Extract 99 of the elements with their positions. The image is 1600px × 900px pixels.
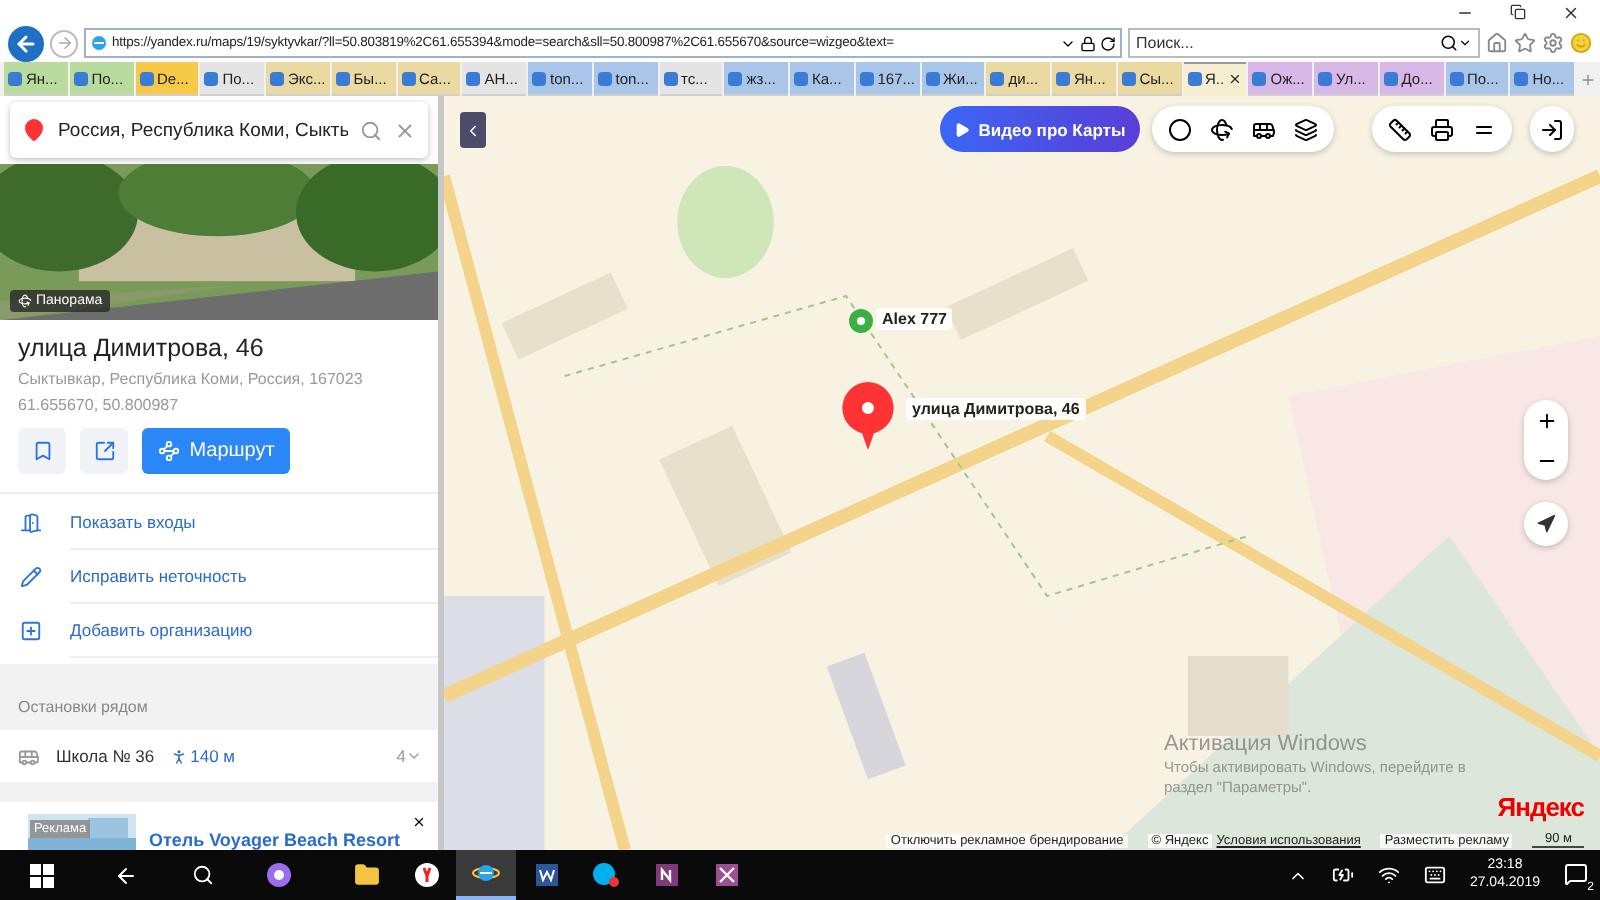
location-pin-icon[interactable]	[840, 380, 896, 452]
keyboard-icon[interactable]	[1423, 864, 1446, 886]
site-icon	[1187, 72, 1201, 86]
bookmark-icon	[31, 440, 53, 463]
stop-distance: 140 м	[170, 746, 236, 767]
site-icon	[597, 71, 612, 85]
rotate-icon	[18, 294, 32, 309]
section-heading: Остановки рядом	[0, 664, 438, 730]
share-icon	[93, 440, 115, 463]
settings-icon[interactable]	[1542, 32, 1564, 54]
windows-logo-icon	[30, 863, 54, 887]
site-icon	[466, 71, 481, 85]
site-icon	[1514, 71, 1529, 85]
bus-icon[interactable]	[1252, 117, 1276, 141]
site-icon	[728, 71, 743, 85]
pencil-icon	[20, 565, 42, 588]
site-icon	[204, 71, 219, 85]
share-button[interactable]	[80, 428, 128, 475]
yandex-logo: Яндекс	[1497, 792, 1584, 822]
forward-icon	[55, 34, 73, 52]
site-icon	[1056, 71, 1070, 85]
restore-icon[interactable]	[1510, 4, 1526, 20]
marker-label: улица Димитрова, 46	[906, 398, 1086, 420]
site-icon	[335, 71, 350, 85]
site-icon	[794, 71, 808, 85]
place-search-box[interactable]: Россия, Республика Коми, Сыкть	[10, 102, 428, 159]
browser-icon	[472, 860, 500, 886]
site-icon	[532, 71, 546, 85]
action-link[interactable]: Исправить неточность	[70, 549, 438, 605]
search-icon[interactable]	[1440, 34, 1458, 52]
place-title: улица Димитрова, 46	[18, 334, 266, 363]
chevron-left-icon	[464, 121, 482, 139]
route-button[interactable]: Маршрут	[142, 428, 290, 475]
back-icon	[114, 863, 138, 887]
bookmark-button[interactable]	[18, 428, 66, 475]
plus-icon	[20, 620, 42, 643]
door-icon	[20, 511, 42, 534]
search-icon	[191, 864, 213, 886]
rotate-icon[interactable]	[1210, 117, 1234, 141]
browser-icon	[90, 34, 108, 52]
document-icon	[533, 862, 559, 888]
walking-person-icon	[170, 747, 189, 766]
action-link[interactable]: Показать входы	[70, 494, 438, 550]
site-icon	[925, 71, 939, 85]
refresh-icon[interactable]	[1100, 35, 1116, 51]
stop-name[interactable]: Школа № 36	[56, 746, 155, 767]
battery-icon[interactable]	[1331, 864, 1354, 886]
notebook-icon	[713, 862, 739, 888]
back-icon	[14, 31, 38, 55]
wifi-icon[interactable]	[1377, 864, 1400, 886]
site-icon	[990, 71, 1005, 85]
layers-icon[interactable]	[1294, 117, 1318, 141]
close-icon[interactable]	[411, 813, 426, 830]
site-icon	[270, 71, 284, 85]
route-icon	[157, 440, 180, 463]
site-icon	[859, 71, 874, 85]
play-icon	[954, 121, 971, 137]
map-pin-icon	[22, 118, 46, 143]
place-search-field[interactable]: Россия, Республика Коми, Сыкть	[58, 119, 348, 142]
folder-icon	[353, 862, 379, 888]
zoom-in-icon[interactable]	[1535, 409, 1557, 431]
star-icon[interactable]	[1514, 32, 1536, 54]
chat-icon	[592, 862, 620, 888]
action-link[interactable]: Добавить организацию	[70, 604, 438, 659]
circle-icon[interactable]	[1168, 117, 1192, 141]
site-icon	[73, 71, 88, 85]
site-icon	[401, 71, 415, 85]
login-icon	[1540, 117, 1564, 141]
site-icon	[663, 71, 677, 85]
dropdown-icon[interactable]	[1458, 36, 1472, 50]
browser-icon	[413, 862, 439, 888]
site-icon	[139, 71, 153, 85]
home-icon[interactable]	[1486, 32, 1508, 54]
site-icon	[1252, 71, 1267, 85]
site-icon	[1318, 71, 1332, 85]
ruler-icon[interactable]	[1388, 117, 1412, 141]
marker-label: Alex 777	[876, 308, 953, 330]
place-address: Сыктывкар, Республика Коми, Россия, 167023	[18, 370, 365, 389]
collapse-button[interactable]	[460, 112, 486, 148]
bus-icon	[18, 745, 40, 768]
site-icon	[1449, 71, 1463, 85]
taskbar-app[interactable]	[456, 850, 516, 900]
user-marker-icon[interactable]	[848, 308, 874, 334]
place-coordinates: 61.655670, 50.800987	[18, 396, 181, 415]
activation-title: Активация Windows	[1164, 732, 1369, 756]
message-icon	[1564, 861, 1588, 885]
printer-icon[interactable]	[1430, 117, 1454, 141]
ad-title[interactable]: Отель Voyager Beach Resort	[148, 829, 400, 850]
close-icon[interactable]	[1228, 72, 1243, 86]
site-icon	[8, 71, 22, 85]
search-box[interactable]: Поиск...	[1128, 28, 1480, 58]
site-icon	[1121, 71, 1136, 85]
lock-icon	[1080, 35, 1096, 51]
close-icon[interactable]	[1562, 3, 1580, 21]
video-button[interactable]: Видео про Карты	[940, 106, 1140, 152]
notebook-icon	[653, 862, 679, 888]
plus-icon	[1580, 71, 1596, 87]
ring-icon	[265, 862, 291, 888]
site-icon	[1383, 71, 1398, 85]
